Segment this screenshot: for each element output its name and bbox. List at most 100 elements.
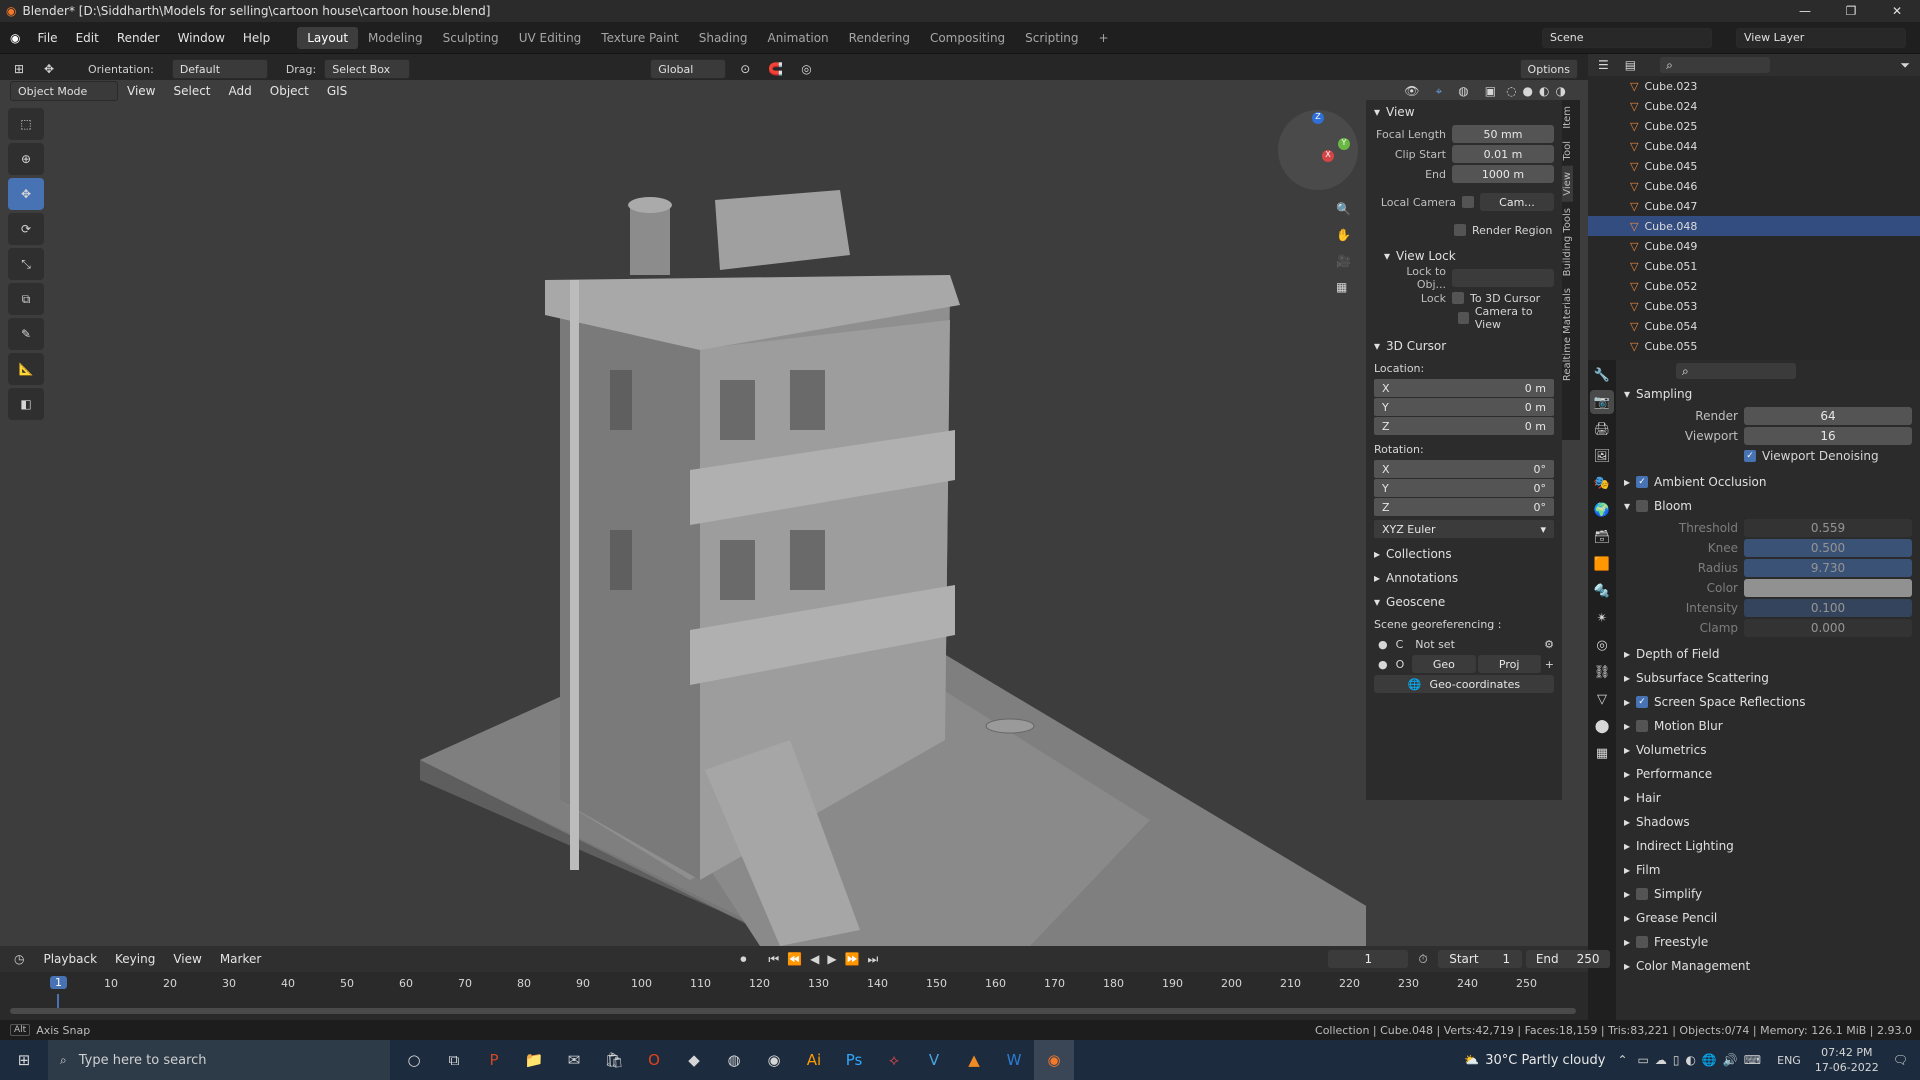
3d-viewport[interactable]: Z X Y 🔍 ✋ 🎥 ▦ — [0, 80, 1588, 950]
outliner-item[interactable]: ▽ Cube.044 — [1588, 136, 1920, 156]
radius-field[interactable]: 9.730 — [1744, 559, 1912, 577]
transform-icon[interactable]: ⧉ — [8, 283, 44, 315]
outliner-item[interactable]: ▽ Cube.054 — [1588, 316, 1920, 336]
viewport-samples-field[interactable]: 16 — [1744, 427, 1912, 445]
tab-animation[interactable]: Animation — [757, 27, 838, 49]
blender-menu-icon[interactable]: ◉ — [10, 31, 20, 45]
vlc-icon[interactable]: ▲ — [954, 1040, 994, 1080]
chrome-icon[interactable]: ◉ — [754, 1040, 794, 1080]
outliner-item[interactable]: ▽ Cube.047 — [1588, 196, 1920, 216]
tab-rendering[interactable]: Rendering — [839, 27, 920, 49]
timeline-editor-icon[interactable]: ◷ — [14, 952, 24, 966]
view-layer-props-icon[interactable]: 🖼 — [1590, 444, 1614, 468]
outliner-item[interactable]: ▽ Cube.053 — [1588, 296, 1920, 316]
gizmo-x-icon[interactable]: X — [1322, 150, 1334, 162]
depth-of-field-header[interactable]: ▸ Depth of Field — [1616, 642, 1920, 666]
minimize-icon[interactable]: — — [1782, 4, 1828, 18]
motion-blur-header[interactable]: ▸ Motion Blur — [1616, 714, 1920, 738]
3d-cursor-header[interactable]: ▾ 3D Cursor — [1366, 334, 1562, 358]
outliner-item[interactable]: ▽ Cube.055 — [1588, 336, 1920, 356]
word-icon[interactable]: W — [994, 1040, 1034, 1080]
scene-props-icon[interactable]: 🎭 — [1590, 471, 1614, 495]
timeline-view-menu[interactable]: View — [164, 952, 210, 966]
cursor-rotation-x[interactable]: X 0° — [1374, 460, 1554, 478]
tab-realtime-materials[interactable]: Realtime Materials — [1562, 282, 1573, 387]
jump-end-icon[interactable]: ⏭ — [868, 952, 879, 967]
bloom-header[interactable]: ▾ Bloom — [1616, 494, 1920, 518]
intensity-field[interactable]: 0.100 — [1744, 599, 1912, 617]
outliner-item[interactable]: ▽ Cube.049 — [1588, 236, 1920, 256]
tray-icons[interactable]: ▭☁▯◐🌐🔊⌨ — [1638, 1053, 1768, 1067]
visibility-icon[interactable]: 👁 — [1404, 84, 1419, 98]
cursor-location-x[interactable]: X0 m — [1374, 379, 1554, 397]
view-section-header[interactable]: ▾ View — [1366, 100, 1562, 124]
bloom-color-swatch[interactable] — [1744, 579, 1912, 597]
options-dropdown[interactable]: Options — [1519, 59, 1578, 79]
marker-menu[interactable]: Marker — [211, 952, 270, 966]
outliner-item[interactable]: ▽ Cube.046 — [1588, 176, 1920, 196]
local-camera-checkbox[interactable] — [1462, 196, 1474, 208]
collections-header[interactable]: ▸ Collections — [1366, 542, 1562, 566]
clamp-field[interactable]: 0.000 — [1744, 619, 1912, 637]
clock-icon[interactable]: ⏱ — [1418, 952, 1427, 967]
measure-icon[interactable]: 📐 — [8, 353, 44, 385]
gizmo-y-icon[interactable]: Y — [1338, 138, 1350, 150]
jump-start-icon[interactable]: ⏮ — [768, 952, 779, 967]
proj-button[interactable]: Proj — [1477, 655, 1541, 673]
viewport-menu-add[interactable]: Add — [220, 84, 261, 98]
cursor-rotation-z[interactable]: Z 0° — [1374, 498, 1554, 516]
viewport-menu-view[interactable]: View — [118, 84, 164, 98]
modifier-props-icon[interactable]: 🔩 — [1590, 579, 1614, 603]
tool-props-icon[interactable]: 🔧 — [1590, 363, 1614, 387]
frame-ruler[interactable]: 1 10 20 30 40 50 60 70 80 90 100 110 120… — [0, 972, 1588, 1020]
outliner-editor-icon[interactable]: ☰ — [1598, 58, 1609, 72]
physics-props-icon[interactable]: ◎ — [1590, 633, 1614, 657]
mail-icon[interactable]: ✉ — [554, 1040, 594, 1080]
select-box-icon[interactable]: ⬚ — [8, 108, 44, 140]
tab-scripting[interactable]: Scripting — [1015, 27, 1088, 49]
tab-shading[interactable]: Shading — [689, 27, 758, 49]
color-management-header[interactable]: ▸ Color Management — [1616, 954, 1920, 978]
tab-uv-editing[interactable]: UV Editing — [509, 27, 592, 49]
grease-pencil-header[interactable]: ▸ Grease Pencil — [1616, 906, 1920, 930]
render-samples-field[interactable]: 64 — [1744, 407, 1912, 425]
cursor-location-y[interactable]: Y0 m — [1374, 398, 1554, 416]
outliner-item[interactable]: ▽ Cube.023 — [1588, 76, 1920, 96]
tab-building-tools[interactable]: Building Tools — [1562, 202, 1573, 282]
outliner-item[interactable]: ▽ Cube.045 — [1588, 156, 1920, 176]
menu-help[interactable]: Help — [234, 31, 279, 45]
move-icon[interactable]: ✥ — [8, 178, 44, 210]
file-explorer-icon[interactable]: 📁 — [514, 1040, 554, 1080]
playhead-frame[interactable]: 1 — [50, 976, 67, 989]
cortana-icon[interactable]: ○ — [394, 1040, 434, 1080]
app-red-icon[interactable]: ⟡ — [874, 1040, 914, 1080]
play-reverse-icon[interactable]: ◀ — [810, 952, 819, 966]
performance-header[interactable]: ▸ Performance — [1616, 762, 1920, 786]
menu-window[interactable]: Window — [169, 31, 234, 45]
output-props-icon[interactable]: 🖨 — [1590, 417, 1614, 441]
next-key-icon[interactable]: ⏩ — [845, 952, 860, 966]
world-props-icon[interactable]: 🌍 — [1590, 498, 1614, 522]
filter-icon[interactable]: ⏷ — [1900, 58, 1910, 73]
annotate-icon[interactable]: ✎ — [8, 318, 44, 350]
drag-dropdown[interactable]: Select Box — [324, 59, 411, 79]
xray-icon[interactable]: ▣ — [1485, 84, 1496, 98]
navigation-gizmo[interactable]: Z X Y — [1278, 110, 1358, 190]
menu-render[interactable]: Render — [108, 31, 169, 45]
collection-props-icon[interactable]: 🗃 — [1590, 525, 1614, 549]
wireframe-shading-icon[interactable]: ◌ — [1506, 84, 1516, 98]
volumetrics-header[interactable]: ▸ Volumetrics — [1616, 738, 1920, 762]
view-layer-selector[interactable]: View Layer — [1736, 27, 1906, 48]
properties-search-input[interactable]: ⌕ — [1676, 363, 1796, 379]
editor-type-icon[interactable]: ⊞ — [14, 62, 44, 76]
task-view-icon[interactable]: ⧉ — [434, 1040, 474, 1080]
tab-compositing[interactable]: Compositing — [920, 27, 1015, 49]
indirect-lighting-header[interactable]: ▸ Indirect Lighting — [1616, 834, 1920, 858]
cursor-rotation-y[interactable]: Y 0° — [1374, 479, 1554, 497]
rotate-icon[interactable]: ⟳ — [8, 213, 44, 245]
app-v-icon[interactable]: V — [914, 1040, 954, 1080]
close-icon[interactable]: ✕ — [1874, 4, 1920, 18]
clock[interactable]: 07:42 PM 17-06-2022 — [1815, 1045, 1879, 1075]
record-icon[interactable]: ⏺ — [740, 952, 746, 967]
render-props-icon[interactable]: 📷 — [1590, 390, 1614, 414]
